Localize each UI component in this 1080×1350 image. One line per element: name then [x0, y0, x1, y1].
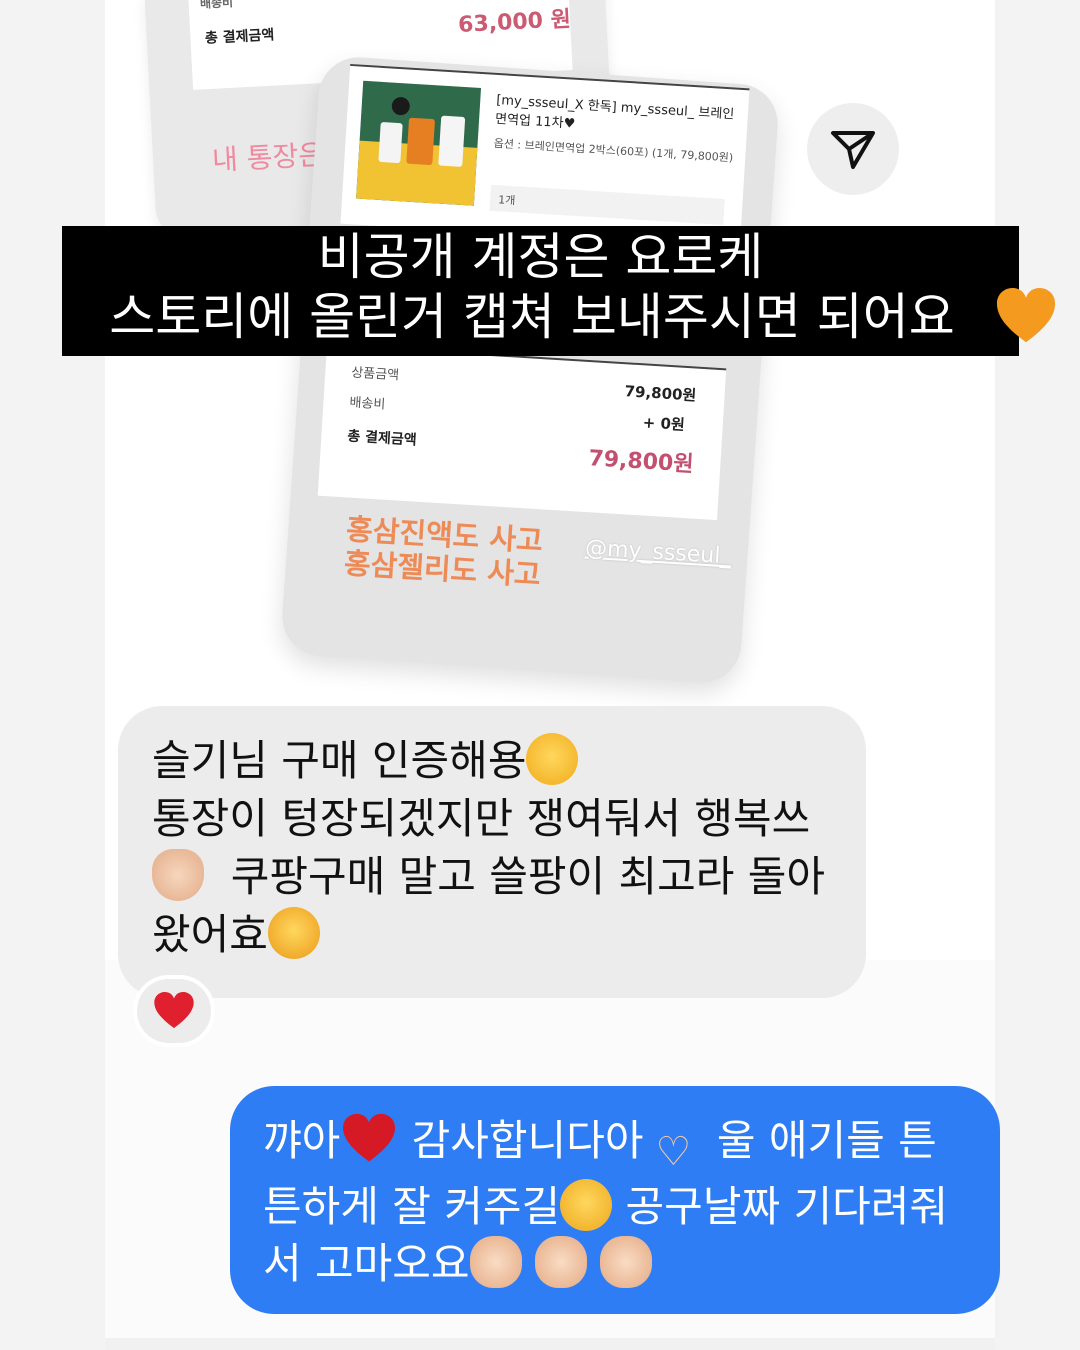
- outgoing-line-3: 서 고마오요: [263, 1239, 470, 1288]
- back-overlay-text: 내 통장은: [211, 138, 325, 177]
- red-heart-icon: [343, 1113, 396, 1162]
- left-margin: [0, 0, 105, 1350]
- shipping-label: 배송비: [348, 395, 386, 413]
- shipping-value: + 0원: [642, 413, 686, 434]
- receipt-total-section: 상품금액 배송비 총 결제금액 79,800원 + 0원 79,800원: [317, 343, 727, 521]
- pleading-face-icon: [560, 1179, 613, 1231]
- outgoing-line-2b: 공구날짜 기다려줘: [625, 1182, 949, 1231]
- orange-heart-icon: [996, 287, 1056, 343]
- back-total-label: 총 결제금액: [204, 27, 275, 47]
- right-margin: [995, 0, 1080, 1350]
- incoming-line-4: 왔어효: [152, 910, 268, 959]
- face-covering-eyes-icon: [267, 907, 320, 959]
- outgoing-line-2a: 튼하게 잘 커주길: [263, 1182, 561, 1231]
- red-heart-icon: [154, 991, 194, 1029]
- incoming-message-text: 슬기님 구매 인증해용 통장이 텅장되겠지만 쟁여둬서 행복쓰 쿠팡구매 말고 …: [152, 732, 852, 964]
- smiling-face-icon: [526, 733, 579, 785]
- incoming-line-2: 통장이 텅장되겠지만 쟁여둬서 행복쓰: [152, 794, 811, 843]
- outgoing-message-text: 꺄아 감사합니다아 ♡ 울 애기들 튼 튼하게 잘 커주길 공구날짜 기다려줘 서…: [263, 1112, 983, 1292]
- product-image: [356, 80, 482, 206]
- paper-plane-icon: [831, 131, 875, 169]
- back-shipping-label: 배송비: [199, 0, 234, 11]
- clapping-hands-icon: [600, 1236, 653, 1288]
- caption-banner: 비공개 계정은 요로케 스토리에 올린거 캡쳐 보내주시면 되어요: [62, 226, 1056, 356]
- clapping-hands-icon: [469, 1236, 522, 1288]
- story-overlay-text: 홍삼진액도 사고 홍삼젤리도 사고: [343, 512, 544, 592]
- incoming-line-3: 쿠팡구매 말고 쓸팡이 최고라 돌아: [230, 852, 826, 901]
- subtotal-label: 상품금액: [350, 365, 400, 384]
- crossed-fingers-icon: [152, 849, 204, 901]
- heart-reaction[interactable]: [133, 975, 215, 1047]
- total-label: 총 결제금액: [346, 428, 418, 449]
- incoming-line-1: 슬기님 구매 인증해용: [152, 736, 527, 785]
- clapping-hands-icon: [534, 1236, 587, 1288]
- back-total-value: 63,000 원: [457, 7, 572, 38]
- send-button[interactable]: [807, 103, 899, 195]
- banner-line-2: 스토리에 올린거 캡쳐 보내주시면 되어요: [109, 288, 955, 346]
- outgoing-line-1a: 꺄아: [263, 1116, 341, 1165]
- outgoing-line-1b: 감사합니다아: [411, 1116, 644, 1165]
- subtotal-value: 79,800원: [624, 382, 697, 405]
- product-quantity: 1개: [489, 184, 725, 226]
- product-title: [my_ssseul_X 한독] my_ssseul_ 브레인면역업 11차♥: [494, 92, 735, 132]
- total-value: 79,800원: [587, 446, 695, 478]
- outgoing-line-1c: 울 애기들 튼: [716, 1116, 937, 1165]
- heart-hands-icon: ♡: [655, 1129, 692, 1175]
- banner-line-1: 비공개 계정은 요로케: [317, 228, 764, 286]
- receipt-product-section: [my_ssseul_X 한독] my_ssseul_ 브레인면역업 11차♥ …: [340, 63, 750, 249]
